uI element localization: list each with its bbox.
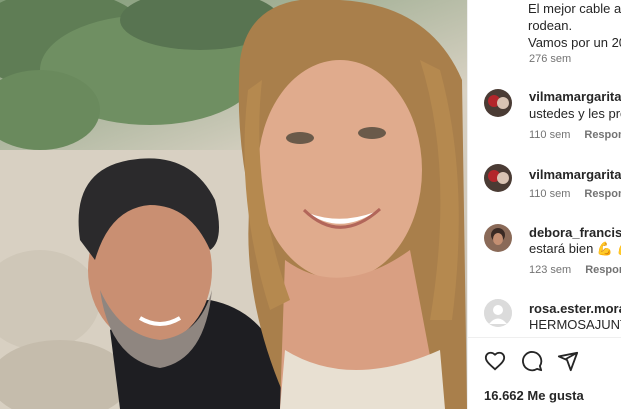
- caption-line: rodean.: [528, 18, 573, 33]
- comment-icon[interactable]: [521, 350, 545, 374]
- post-photo[interactable]: [0, 0, 467, 409]
- comment-meta: 110 sem Respond: [529, 188, 621, 200]
- photo-illustration: [0, 0, 467, 409]
- share-icon[interactable]: [557, 350, 581, 374]
- reply-button[interactable]: Respond: [584, 129, 621, 141]
- comment-username[interactable]: vilmamargaritao: [529, 167, 621, 182]
- heart-icon[interactable]: [484, 350, 508, 374]
- comment-item: vilmamargaritao ustedes y les pro 110 se…: [468, 86, 621, 146]
- comment-item: rosa.ester.morale HERMOSAJUNTO: [468, 298, 621, 358]
- comment-text: ustedes y les pro: [529, 106, 621, 121]
- avatar[interactable]: [484, 224, 512, 252]
- comment-meta: 110 sem Respond: [529, 129, 621, 141]
- comment-text: estará bien 💪 💪: [529, 241, 621, 256]
- comment-text: HERMOSAJUNTO: [529, 317, 621, 332]
- divider: [468, 337, 621, 338]
- caption-line: Vamos por un 20: [528, 35, 621, 50]
- reply-button[interactable]: Respond: [584, 188, 621, 200]
- comment-username[interactable]: rosa.ester.morale: [529, 301, 621, 316]
- comment-item: debora_francisca estará bien 💪 💪 123 sem…: [468, 222, 621, 282]
- caption-timestamp: 276 sem: [529, 53, 572, 65]
- avatar[interactable]: [484, 164, 512, 192]
- comment-timestamp: 123 sem: [529, 264, 572, 276]
- comment-meta: 123 sem Respond: [529, 264, 621, 276]
- comment-timestamp: 110 sem: [529, 129, 571, 141]
- comment-username[interactable]: vilmamargaritao: [529, 89, 621, 104]
- comment-timestamp: 110 sem: [529, 188, 571, 200]
- post-caption: El mejor cable a t rodean. Vamos por un …: [528, 0, 621, 51]
- avatar[interactable]: [484, 89, 512, 117]
- likes-count[interactable]: 16.662 Me gusta: [484, 388, 584, 403]
- comments-panel: El mejor cable a t rodean. Vamos por un …: [467, 0, 621, 409]
- comment-item: vilmamargaritao 110 sem Respond: [468, 164, 621, 224]
- comment-username[interactable]: debora_francisca: [529, 225, 621, 240]
- reply-button[interactable]: Respond: [585, 264, 621, 276]
- caption-line: El mejor cable a t: [528, 1, 621, 16]
- avatar[interactable]: [484, 299, 512, 327]
